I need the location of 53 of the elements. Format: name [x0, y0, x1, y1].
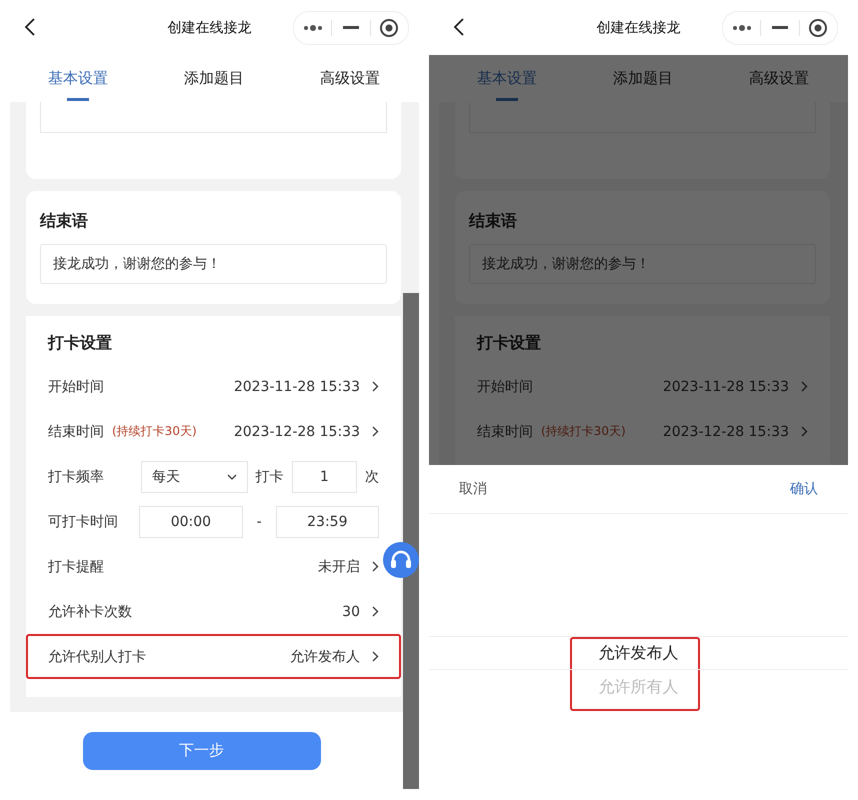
more-icon[interactable]: [732, 24, 752, 30]
more-icon[interactable]: [302, 24, 323, 30]
setting-label: 开始时间: [48, 378, 104, 396]
count-label: 打卡: [256, 468, 284, 486]
setting-value[interactable]: 30: [342, 604, 379, 620]
setting-value[interactable]: 2023-12-28 15:33: [234, 424, 379, 440]
tab[interactable]: 添加题目: [613, 55, 673, 102]
chevron-right-icon: [801, 426, 808, 437]
section-title: 结束语: [40, 211, 89, 232]
tab[interactable]: 高级设置: [749, 55, 809, 102]
close-icon[interactable]: [808, 18, 828, 38]
setting-label: 打卡提醒: [48, 558, 104, 576]
picker-option[interactable]: 允许发布人: [429, 636, 848, 670]
minimize-icon[interactable]: [342, 26, 359, 29]
setting-label: 可打卡时间: [48, 512, 119, 530]
page-title: 创建在线接龙: [596, 18, 680, 36]
tab[interactable]: 高级设置: [320, 55, 380, 102]
end-message-field[interactable]: 接龙成功，谢谢您的参与！: [40, 244, 387, 284]
range-separator: -: [256, 514, 262, 530]
page-title: 创建在线接龙: [168, 18, 252, 36]
unit-label: 次: [365, 468, 380, 486]
tab[interactable]: 添加题目: [184, 55, 244, 102]
frequency-select[interactable]: 每天: [140, 460, 248, 492]
setting-label: 允许代别人打卡: [48, 648, 146, 666]
chevron-right-icon: [372, 651, 379, 662]
minimize-icon[interactable]: [772, 26, 788, 29]
setting-value[interactable]: 未开启: [318, 558, 379, 576]
caret-icon: [226, 474, 237, 480]
chevron-right-icon: [372, 426, 379, 437]
duration-note: (持续打卡30天): [112, 423, 197, 440]
chevron-right-icon: [801, 381, 808, 392]
duration-note: (持续打卡30天): [541, 423, 626, 440]
cancel-button[interactable]: 取消: [459, 480, 487, 498]
setting-label: 结束时间: [477, 422, 533, 440]
setting-label: 结束时间: [48, 422, 104, 440]
section-title: 打卡设置: [46, 332, 113, 354]
chevron-right-icon: [372, 606, 379, 617]
section-title: 打卡设置: [476, 332, 542, 354]
close-icon[interactable]: [379, 18, 400, 38]
tab[interactable]: 基本设置: [48, 55, 108, 102]
setting-value[interactable]: 允许发布人: [290, 648, 379, 666]
chevron-right-icon: [372, 561, 379, 572]
setting-label: 开始时间: [477, 378, 533, 396]
end-time-field[interactable]: 23:59: [276, 506, 379, 538]
chevron-right-icon: [372, 381, 379, 392]
scrollbar[interactable]: [403, 293, 419, 789]
setting-value[interactable]: 2023-11-28 15:33: [234, 378, 379, 394]
confirm-button[interactable]: 确认: [790, 480, 818, 498]
start-time-field[interactable]: 00:00: [139, 506, 243, 538]
section-title: 结束语: [469, 211, 518, 232]
setting-label: 允许补卡次数: [48, 602, 132, 620]
setting-label: 打卡频率: [48, 468, 105, 486]
count-field[interactable]: 1: [292, 460, 358, 492]
